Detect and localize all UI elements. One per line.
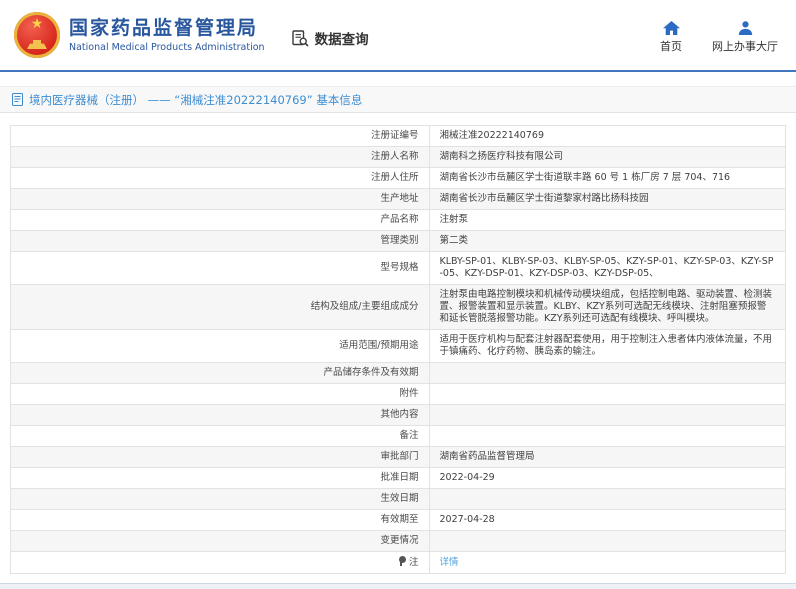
table-row: 变更情况 [10, 530, 786, 552]
table-row: 生效日期 [10, 488, 786, 510]
row-value: 适用于医疗机构与配套注射器配套使用，用于控制注入患者体内液体流量，不用于镇痛药、… [428, 329, 786, 363]
row-value: 详情 [428, 551, 786, 574]
nav-home-label: 首页 [660, 39, 682, 53]
row-value: 湖南省长沙市岳麓区学士街道黎家村路比扬科技园 [428, 188, 786, 210]
breadcrumb-text: 境内医疗器械（注册） —— “湘械注准20222140769” 基本信息 [29, 92, 363, 107]
agency-titles: 国家药品监督管理局 National Medical Products Admi… [69, 16, 265, 54]
row-value: 湖南科之扬医疗科技有限公司 [428, 146, 786, 168]
row-label: 生效日期 [380, 493, 419, 504]
row-value [428, 530, 786, 552]
row-value: 湖南省药品监督管理局 [428, 446, 786, 468]
page: 国家药品监督管理局 National Medical Products Admi… [0, 0, 796, 589]
row-value: KLBY-SP-01、KLBY-SP-03、KLBY-SP-05、KZY-SP-… [428, 251, 786, 285]
breadcrumb: 境内医疗器械（注册） —— “湘械注准20222140769” 基本信息 [0, 86, 796, 113]
table-row: 注册人住所 湖南省长沙市岳麓区学士街道联丰路 60 号 1 栋厂房 7 层 70… [10, 167, 786, 189]
registration-info: 注册证编号 湘械注准20222140769 注册人名称 湖南科之扬医疗科技有限公… [10, 125, 786, 574]
row-value: 2027-04-28 [428, 509, 786, 531]
row-label: 变更情况 [380, 535, 419, 546]
table-row: 管理类别 第二类 [10, 230, 786, 252]
table-row: 注 详情 [10, 551, 786, 574]
row-value: 2022-04-29 [428, 467, 786, 489]
row-label: 产品储存条件及有效期 [323, 367, 419, 378]
table-row: 产品名称 注射泵 [10, 209, 786, 231]
row-value: 注射泵由电路控制模块和机械传动模块组成，包括控制电路、驱动装置、检测装置、报警装… [428, 284, 786, 330]
row-value [428, 362, 786, 384]
agency-name-cn: 国家药品监督管理局 [69, 17, 259, 39]
table-row: 批准日期 2022-04-29 [10, 467, 786, 489]
table-row: 有效期至 2027-04-28 [10, 509, 786, 531]
row-label: 有效期至 [380, 514, 419, 525]
row-value [428, 404, 786, 426]
data-query-tab[interactable]: 数据查询 [291, 28, 369, 48]
row-label: 附件 [399, 388, 419, 399]
agency-logo[interactable]: 国家药品监督管理局 National Medical Products Admi… [14, 12, 265, 58]
row-label: 备注 [399, 430, 419, 441]
row-label: 注册人住所 [370, 172, 419, 183]
nav-home[interactable]: 首页 [660, 20, 682, 54]
row-value [428, 425, 786, 447]
row-value: 注射泵 [428, 209, 786, 231]
row-label: 注册人名称 [370, 151, 419, 162]
info-table: 注册证编号 湘械注准20222140769 注册人名称 湖南科之扬医疗科技有限公… [10, 125, 786, 574]
table-row: 审批部门 湖南省药品监督管理局 [10, 446, 786, 468]
home-icon [662, 20, 680, 35]
row-label: 审批部门 [380, 451, 419, 462]
note-icon [398, 556, 406, 566]
row-value: 第二类 [428, 230, 786, 252]
row-label: 产品名称 [380, 214, 419, 225]
table-row: 注册证编号 湘械注准20222140769 [10, 125, 786, 147]
data-query-icon [291, 29, 309, 47]
row-label: 注册证编号 [370, 130, 419, 141]
table-row: 适用范围/预期用途 适用于医疗机构与配套注射器配套使用，用于控制注入患者体内液体… [10, 329, 786, 363]
row-label: 生产地址 [380, 193, 419, 204]
row-value [428, 488, 786, 510]
row-label: 型号规格 [380, 262, 419, 273]
table-row: 型号规格 KLBY-SP-01、KLBY-SP-03、KLBY-SP-05、KZ… [10, 251, 786, 285]
nav-service-hall-label: 网上办事大厅 [712, 39, 778, 53]
header: 国家药品监督管理局 National Medical Products Admi… [0, 0, 796, 72]
row-label: 管理类别 [380, 235, 419, 246]
table-row: 附件 [10, 383, 786, 405]
footer-strip [0, 583, 796, 589]
row-label: 批准日期 [380, 472, 419, 483]
nav-service-hall[interactable]: 网上办事大厅 [712, 20, 778, 54]
row-value: 湖南省长沙市岳麓区学士街道联丰路 60 号 1 栋厂房 7 层 704、716 [428, 167, 786, 189]
detail-link[interactable]: 详情 [440, 557, 459, 568]
table-row: 其他内容 [10, 404, 786, 426]
row-value [428, 383, 786, 405]
document-icon [12, 93, 23, 106]
table-row: 产品储存条件及有效期 [10, 362, 786, 384]
row-label: 结构及组成/主要组成成分 [310, 301, 419, 312]
info-table-body: 注册证编号 湘械注准20222140769 注册人名称 湖南科之扬医疗科技有限公… [10, 125, 786, 574]
user-icon [738, 20, 752, 35]
table-row: 生产地址 湖南省长沙市岳麓区学士街道黎家村路比扬科技园 [10, 188, 786, 210]
row-label: 适用范围/预期用途 [339, 340, 419, 351]
header-nav: 首页 网上办事大厅 [660, 20, 778, 54]
row-label: 注 [408, 557, 419, 568]
national-emblem-icon [14, 12, 60, 58]
data-query-label: 数据查询 [314, 32, 369, 48]
row-value: 湘械注准20222140769 [428, 125, 786, 147]
table-row: 注册人名称 湖南科之扬医疗科技有限公司 [10, 146, 786, 168]
agency-name-en: National Medical Products Administration [69, 42, 265, 53]
table-row: 结构及组成/主要组成成分 注射泵由电路控制模块和机械传动模块组成，包括控制电路、… [10, 284, 786, 330]
table-row: 备注 [10, 425, 786, 447]
row-label: 其他内容 [380, 409, 419, 420]
